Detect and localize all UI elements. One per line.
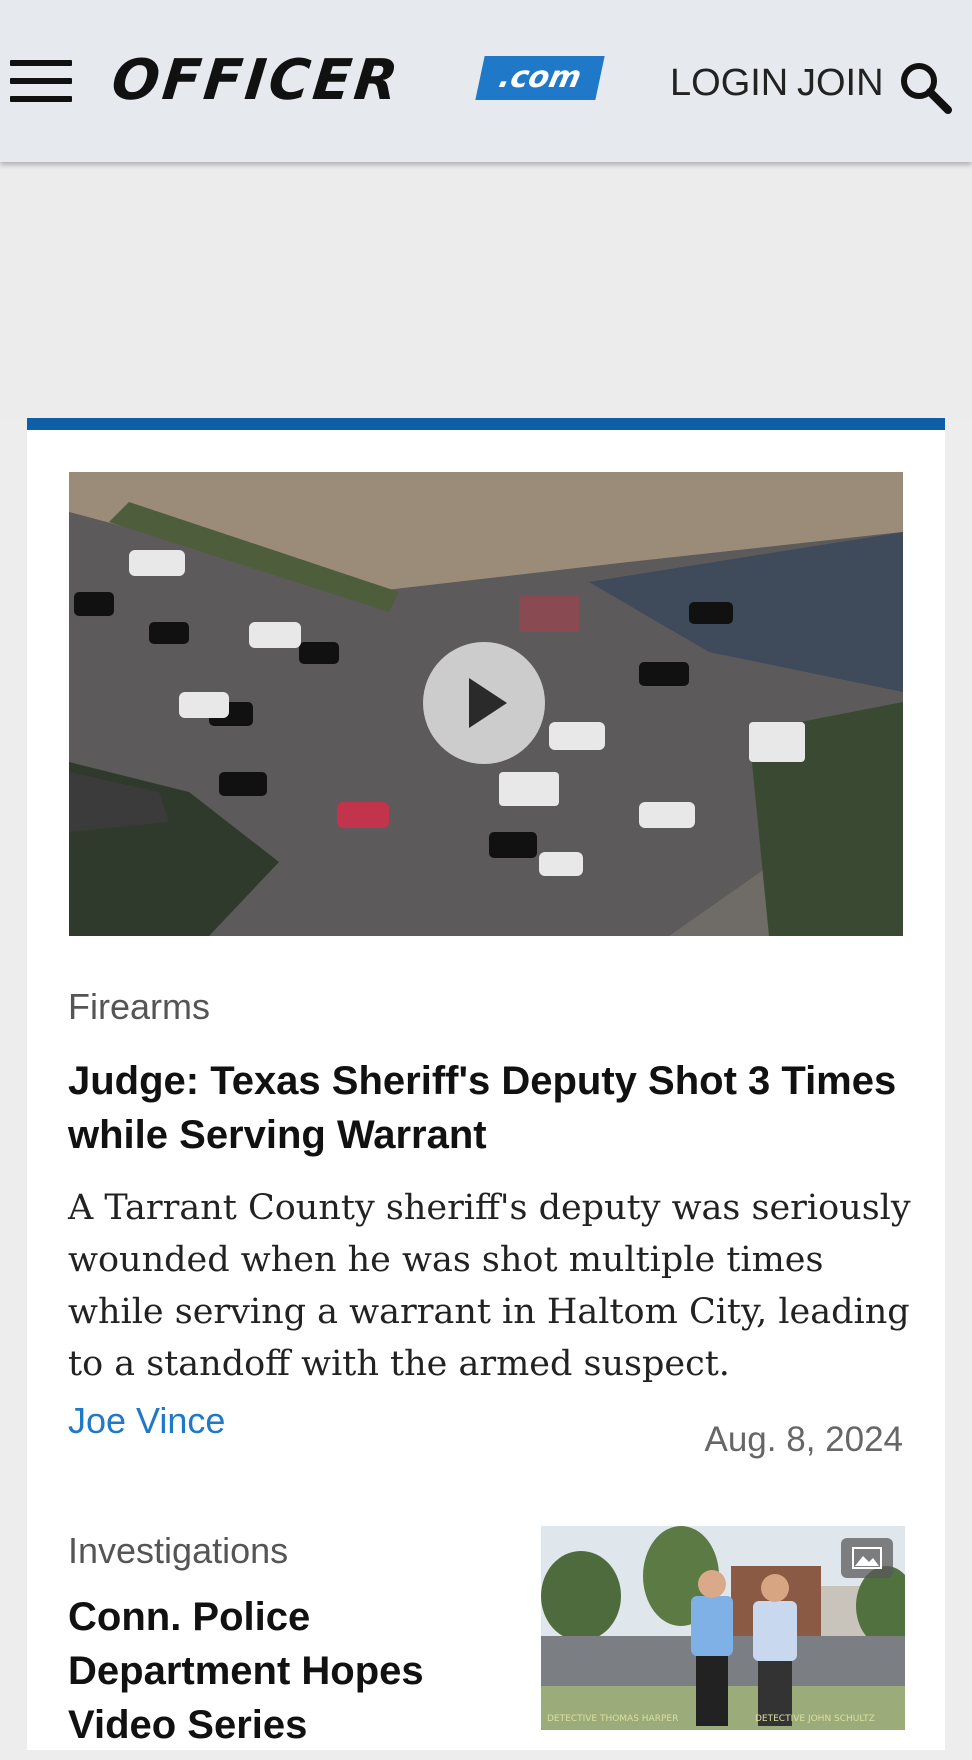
logo-com-badge: .com [475, 56, 605, 100]
site-header: OFFICER .com LOGIN JOIN [0, 0, 972, 162]
featured-category[interactable]: Firearms [68, 986, 210, 1028]
thumbnail-caption: DETECTIVE THOMAS HARPER DETECTIVE JOHN S… [541, 1708, 905, 1730]
featured-headline[interactable]: Judge: Texas Sheriff's Deputy Shot 3 Tim… [68, 1054, 898, 1162]
article2-category[interactable]: Investigations [68, 1530, 288, 1572]
hamburger-menu-icon[interactable] [10, 60, 72, 104]
search-icon[interactable] [898, 60, 952, 114]
article-list-card: Firearms Judge: Texas Sheriff's Deputy S… [27, 418, 945, 1760]
featured-video-thumbnail[interactable] [69, 472, 903, 936]
featured-date: Aug. 8, 2024 [704, 1420, 904, 1459]
article2-headline[interactable]: Conn. Police Department Hopes Video Seri… [68, 1590, 508, 1760]
site-logo[interactable]: OFFICER .com [108, 48, 605, 113]
article2-thumbnail[interactable]: DETECTIVE THOMAS HARPER DETECTIVE JOHN S… [541, 1526, 905, 1730]
login-link[interactable]: LOGIN [670, 62, 788, 105]
logo-wordmark: OFFICER [108, 48, 404, 113]
play-icon[interactable] [423, 642, 545, 764]
featured-author[interactable]: Joe Vince [68, 1400, 225, 1442]
join-link[interactable]: JOIN [797, 62, 884, 105]
featured-summary: A Tarrant County sheriff's deputy was se… [68, 1188, 911, 1384]
thumbnail-caption-left: DETECTIVE THOMAS HARPER [547, 1714, 679, 1724]
gallery-icon [841, 1538, 893, 1578]
ad-placeholder [0, 162, 972, 420]
thumbnail-caption-right: DETECTIVE JOHN SCHULTZ [755, 1714, 875, 1724]
